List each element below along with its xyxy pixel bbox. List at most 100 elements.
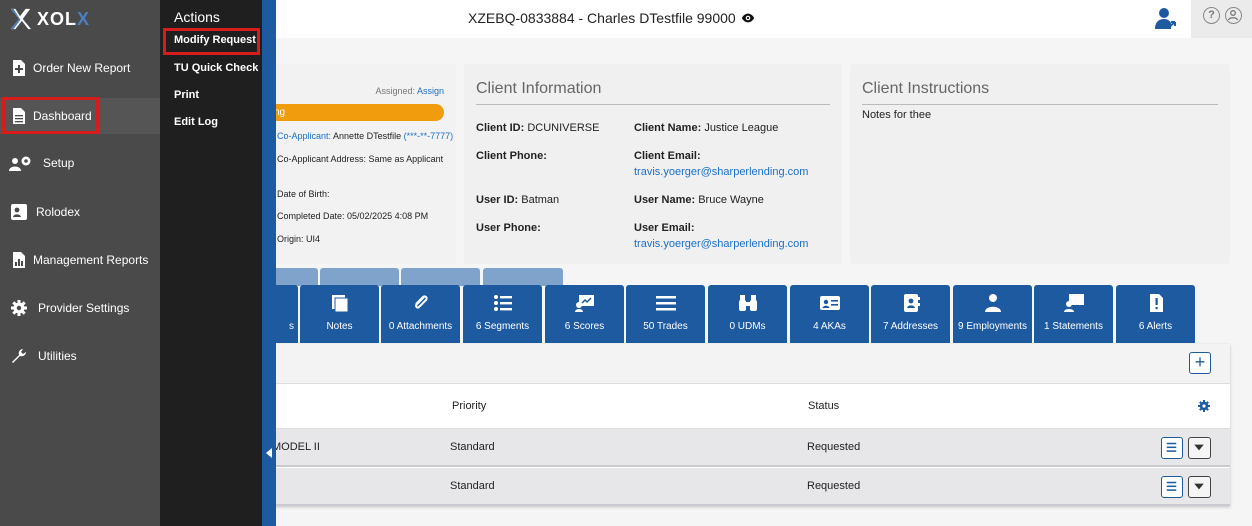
coapplicant-address: Co-Applicant Address: Same as Applicant bbox=[277, 154, 444, 164]
action-edit-log[interactable]: Edit Log bbox=[174, 116, 218, 128]
client-id-label: Client ID: bbox=[476, 122, 525, 134]
row-priority: Standard bbox=[450, 480, 495, 492]
client-email-link[interactable]: travis.yoerger@sharperlending.com bbox=[634, 166, 808, 178]
gear-icon bbox=[11, 300, 27, 316]
file-title: XZEBQ-0833884 - Charles DTestfile 99000 bbox=[468, 10, 755, 26]
row-priority: Standard bbox=[450, 441, 495, 453]
row-dropdown-button[interactable] bbox=[1188, 476, 1211, 498]
notes-icon bbox=[331, 295, 348, 313]
client-instructions-title: Client Instructions bbox=[862, 80, 990, 97]
gear-icon[interactable] bbox=[1198, 400, 1210, 412]
brand-logo[interactable]: XOLX bbox=[8, 6, 90, 32]
secondary-tab[interactable] bbox=[401, 268, 480, 286]
tile-label: 9 Employments bbox=[958, 321, 1027, 332]
menu-icon bbox=[1166, 442, 1177, 452]
tile-label: Notes bbox=[326, 321, 353, 332]
report-chart-icon bbox=[13, 252, 25, 268]
brand-text-accent: X bbox=[77, 8, 91, 29]
account-icon[interactable] bbox=[1225, 7, 1242, 24]
sidebar-item-label: Management Reports bbox=[33, 253, 149, 267]
row-details-button[interactable] bbox=[1161, 437, 1183, 459]
tile-alerts[interactable]: 6 Alerts bbox=[1116, 285, 1195, 343]
sidebar-item-provider-settings[interactable]: Provider Settings bbox=[0, 290, 160, 326]
completed-date: Completed Date: 05/02/2025 4:08 PM bbox=[277, 211, 429, 221]
user-name-value: Bruce Wayne bbox=[698, 194, 764, 206]
tile-statements[interactable]: 1 Statements bbox=[1034, 285, 1113, 343]
add-button[interactable]: + bbox=[1189, 352, 1211, 374]
client-instructions-card: Client Instructions Notes for thee bbox=[850, 64, 1230, 264]
collapse-arrow-icon[interactable] bbox=[266, 448, 272, 458]
user-id-value: Batman bbox=[521, 194, 560, 206]
row-status: Requested bbox=[807, 441, 861, 453]
table-row[interactable]: Standard Requested bbox=[262, 468, 1230, 506]
user-share-icon[interactable] bbox=[1152, 5, 1180, 33]
tile-label: 7 Addresses bbox=[882, 321, 939, 332]
brand-text: XOLX bbox=[37, 8, 91, 29]
sidebar-item-rolodex[interactable]: Rolodex bbox=[0, 194, 160, 230]
client-phone-label: Client Phone: bbox=[476, 150, 547, 162]
tile-notes[interactable]: Notes bbox=[300, 285, 379, 343]
client-name: Client Name: Justice League bbox=[634, 122, 778, 134]
highlight-box bbox=[2, 97, 99, 134]
binoculars-icon bbox=[738, 295, 757, 311]
chevron-down-icon bbox=[1194, 444, 1204, 451]
client-instructions-text: Notes for thee bbox=[862, 109, 932, 121]
table-row[interactable]: MODEL II Standard Requested bbox=[262, 429, 1230, 467]
user-name: User Name: Bruce Wayne bbox=[634, 194, 764, 206]
chevron-down-icon bbox=[1194, 483, 1204, 490]
tile-label: 6 Alerts bbox=[1138, 321, 1173, 332]
status-header[interactable]: Status bbox=[808, 400, 839, 412]
priority-header[interactable]: Priority bbox=[452, 400, 486, 412]
sidebar-item-order-new-report[interactable]: Order New Report bbox=[0, 50, 160, 86]
tile-label: 4 AKAs bbox=[813, 321, 846, 332]
tile-label: 0 UDMs bbox=[729, 321, 766, 332]
coapplicant-line: Co-Applicant: Annette DTestfile (***-**-… bbox=[277, 131, 453, 141]
person-icon bbox=[984, 294, 1001, 312]
sidebar-item-management-reports[interactable]: Management Reports bbox=[0, 242, 160, 278]
action-print[interactable]: Print bbox=[174, 89, 199, 101]
tile-akas[interactable]: 4 AKAs bbox=[790, 285, 869, 343]
row-details-button[interactable] bbox=[1161, 476, 1183, 498]
menu-icon bbox=[1166, 481, 1177, 491]
row-dropdown-button[interactable] bbox=[1188, 437, 1211, 459]
tile-addresses[interactable]: 7 Addresses bbox=[871, 285, 950, 343]
tile-employments[interactable]: 9 Employments bbox=[953, 285, 1032, 343]
alert-document-icon bbox=[1149, 294, 1163, 312]
actions-menu: Actions Modify Request TU Quick Check Pr… bbox=[160, 0, 262, 526]
tile-label: 0 Attachments bbox=[388, 321, 453, 332]
client-id-value: DCUNIVERSE bbox=[527, 122, 600, 134]
action-tu-quick-check[interactable]: TU Quick Check bbox=[174, 62, 258, 74]
assigned-field: Assigned: Assign bbox=[375, 86, 444, 96]
coapplicant-ssn: (***-**-7777) bbox=[403, 131, 454, 141]
client-id: Client ID: DCUNIVERSE bbox=[476, 122, 599, 134]
tile-trades[interactable]: 50 Trades bbox=[626, 285, 705, 343]
table-toolbar: + bbox=[262, 344, 1230, 384]
user-email-link[interactable]: travis.yoerger@sharperlending.com bbox=[634, 238, 808, 250]
brand-name: XOLX bbox=[37, 9, 90, 30]
tile-label: 6 Scores bbox=[564, 321, 605, 332]
sidebar-item-label: Provider Settings bbox=[38, 301, 130, 315]
client-information-title: Client Information bbox=[476, 80, 602, 97]
tile-attachments[interactable]: 0 Attachments bbox=[381, 285, 460, 343]
tile-segments[interactable]: 6 Segments bbox=[463, 285, 542, 343]
secondary-tab[interactable] bbox=[320, 268, 399, 286]
row-name: MODEL II bbox=[272, 441, 320, 453]
score-board-icon bbox=[574, 295, 594, 312]
tile-scores[interactable]: 6 Scores bbox=[545, 285, 624, 343]
sidebar-item-utilities[interactable]: Utilities bbox=[0, 338, 160, 374]
divider bbox=[476, 104, 830, 105]
assign-link[interactable]: Assign bbox=[417, 86, 444, 96]
help-icon[interactable]: ? bbox=[1203, 7, 1220, 24]
loan-summary-card: Assigned: Assign ng Co-Applicant: Annett… bbox=[262, 64, 456, 264]
tile-udms[interactable]: 0 UDMs bbox=[708, 285, 787, 343]
tile-label: 50 Trades bbox=[643, 321, 688, 332]
address-book-icon bbox=[903, 294, 920, 312]
sidebar-item-setup[interactable]: Setup bbox=[0, 145, 160, 181]
secondary-tab[interactable] bbox=[483, 268, 563, 286]
user-name-label: User Name: bbox=[634, 194, 696, 206]
eye-icon[interactable] bbox=[741, 11, 755, 25]
user-id-label: User ID: bbox=[476, 194, 519, 206]
row-status: Requested bbox=[807, 480, 861, 492]
id-card-icon bbox=[819, 296, 840, 310]
client-phone: Client Phone: bbox=[476, 150, 547, 162]
